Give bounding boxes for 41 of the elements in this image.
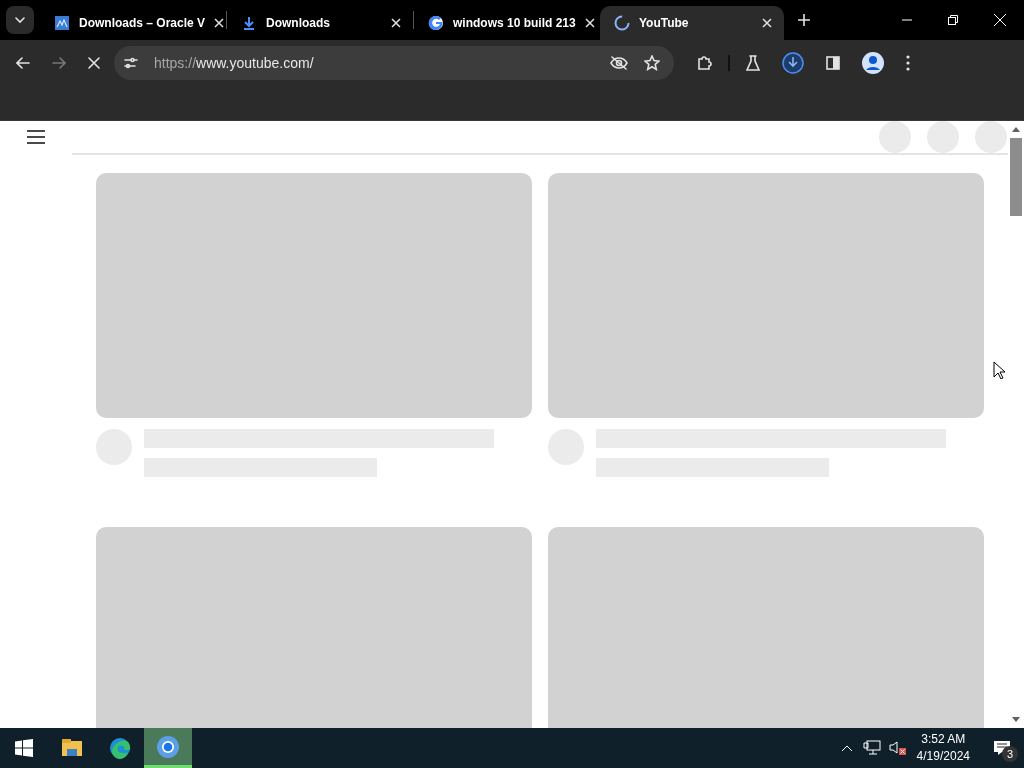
mouse-cursor-icon — [993, 361, 1005, 379]
chevron-up-icon[interactable] — [840, 744, 853, 752]
browser-tab[interactable]: Downloads – Oracle V — [40, 6, 226, 40]
side-panel-icon[interactable] — [826, 56, 840, 70]
forward-icon[interactable] — [52, 57, 66, 69]
download-progress-icon[interactable] — [782, 52, 804, 74]
eye-slash-icon[interactable] — [610, 56, 628, 70]
clock[interactable]: 3:52 AM 4/19/2024 — [906, 731, 980, 765]
back-icon[interactable] — [16, 57, 30, 69]
windows-start-icon[interactable] — [15, 739, 33, 757]
browser-tab[interactable]: YouTube — [600, 6, 784, 40]
extensions-icon[interactable] — [696, 55, 712, 71]
url-text: https://www.youtube.com/ — [154, 55, 314, 71]
restore-icon[interactable] — [948, 15, 958, 25]
tab-search-button[interactable] — [6, 6, 34, 34]
menu-icon[interactable] — [27, 130, 45, 144]
edge-browser-icon — [108, 736, 132, 760]
cube-icon — [54, 15, 70, 31]
google-icon — [428, 15, 444, 31]
chrome-browser-icon — [156, 734, 180, 759]
address-bar[interactable]: https://www.youtube.com/ — [114, 46, 674, 80]
scroll-down-icon[interactable] — [1012, 717, 1020, 722]
close-icon[interactable] — [584, 18, 595, 28]
browser-tab[interactable]: windows 10 build 213 — [414, 6, 600, 40]
profile-avatar-icon[interactable] — [862, 52, 884, 74]
loading-spinner-icon — [614, 15, 630, 31]
stop-icon[interactable] — [88, 57, 100, 69]
download-icon — [241, 15, 257, 31]
close-icon[interactable] — [214, 18, 225, 28]
close-icon[interactable] — [391, 18, 401, 28]
notification-count-badge: 3 — [1002, 746, 1018, 762]
scroll-up-icon[interactable] — [1012, 127, 1020, 132]
flask-icon[interactable] — [746, 55, 760, 71]
speaker-muted-icon[interactable] — [888, 740, 907, 756]
more-menu-icon[interactable] — [906, 55, 910, 71]
network-icon[interactable] — [862, 740, 881, 756]
new-tab-icon[interactable] — [798, 14, 810, 26]
close-icon[interactable] — [762, 18, 772, 28]
scroll-thumb[interactable] — [1010, 138, 1022, 216]
browser-tab[interactable]: Downloads — [227, 6, 413, 40]
bookmark-star-icon[interactable] — [644, 55, 660, 71]
